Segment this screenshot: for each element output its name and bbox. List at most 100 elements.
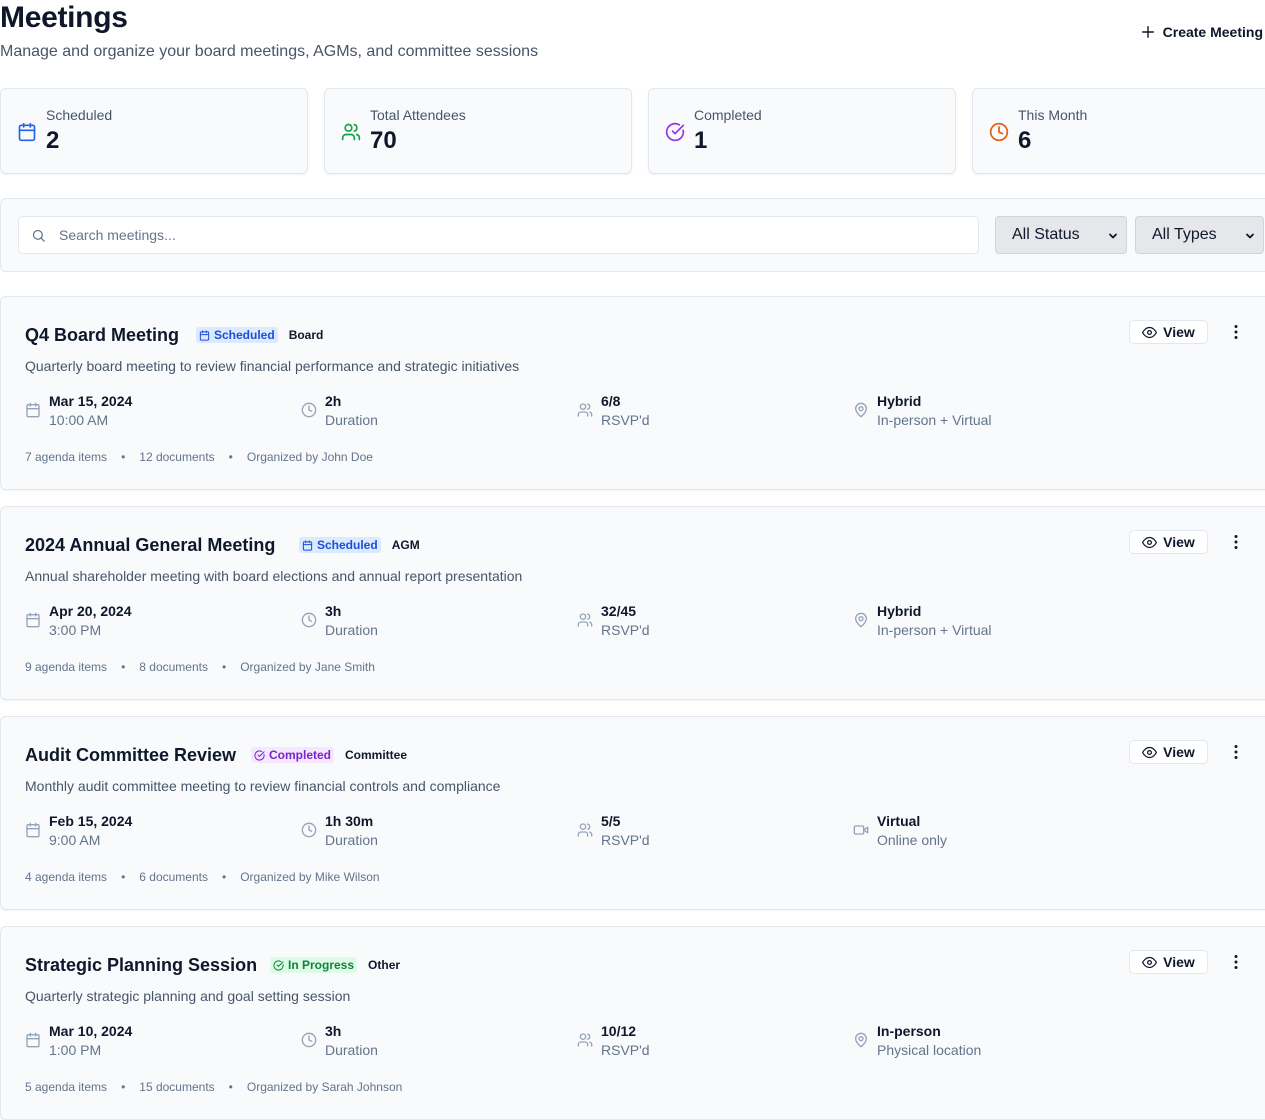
meeting-date-value: Feb 15, 2024 bbox=[49, 813, 133, 829]
view-button[interactable]: View bbox=[1129, 320, 1208, 344]
meeting-footer: 5 agenda items • 15 documents • Organize… bbox=[25, 1080, 402, 1094]
meeting-duration: 1h 30m Duration bbox=[301, 813, 561, 853]
meeting-duration-label: Duration bbox=[325, 412, 378, 428]
search-icon bbox=[32, 229, 45, 242]
separator-dot: • bbox=[221, 870, 227, 884]
page-subtitle: Manage and organize your board meetings,… bbox=[0, 43, 539, 60]
documents-count: 6 documents bbox=[139, 870, 208, 884]
clock-icon bbox=[301, 402, 317, 418]
meeting-title: Audit Committee Review bbox=[25, 745, 237, 765]
meeting-duration-label: Duration bbox=[325, 832, 378, 848]
page-header: Meetings Manage and organize your board … bbox=[0, 0, 1265, 80]
meeting-location-detail: Physical location bbox=[877, 1042, 982, 1058]
stats-row: Scheduled 2 Total Attendees 70 Completed… bbox=[0, 88, 1265, 174]
meeting-rsvp-label: RSVP'd bbox=[601, 412, 650, 428]
users-icon bbox=[341, 123, 361, 141]
status-filter-value: All Status bbox=[1012, 226, 1080, 243]
meeting-location-value: Virtual bbox=[877, 813, 921, 829]
create-meeting-label: Create Meeting bbox=[1162, 24, 1263, 40]
separator-dot: • bbox=[121, 450, 126, 464]
meeting-date: Mar 10, 2024 1:00 PM bbox=[25, 1023, 285, 1063]
eye-icon bbox=[1142, 746, 1158, 758]
calendar-icon bbox=[26, 822, 40, 838]
meeting-duration-value: 3h bbox=[325, 1023, 342, 1039]
view-button[interactable]: View bbox=[1129, 530, 1208, 554]
documents-count: 15 documents bbox=[139, 1080, 215, 1094]
meeting-rsvp: 5/5 RSVP'd bbox=[577, 813, 837, 853]
meeting-duration-value: 2h bbox=[325, 393, 342, 409]
organizer: Organized by Jane Smith bbox=[240, 660, 375, 674]
meeting-duration-value: 3h bbox=[325, 603, 342, 619]
meeting-card[interactable]: 2024 Annual General Meeting Scheduled AG… bbox=[0, 506, 1265, 700]
status-badge: Scheduled bbox=[196, 327, 278, 343]
meeting-location: Virtual Online only bbox=[853, 813, 1113, 853]
view-button[interactable]: View bbox=[1129, 740, 1208, 764]
more-options-icon[interactable] bbox=[1227, 953, 1245, 971]
meeting-date: Apr 20, 2024 3:00 PM bbox=[25, 603, 285, 643]
separator-dot: • bbox=[228, 1080, 233, 1094]
calendar-icon bbox=[302, 539, 313, 551]
plus-icon bbox=[1141, 26, 1154, 38]
calendar-icon bbox=[26, 402, 40, 418]
separator-dot: • bbox=[121, 660, 126, 674]
meeting-description: Monthly audit committee meeting to revie… bbox=[25, 778, 501, 794]
status-badge: Scheduled bbox=[299, 537, 381, 553]
meeting-location-value: Hybrid bbox=[877, 393, 922, 409]
documents-count: 8 documents bbox=[139, 660, 208, 674]
status-badge: Completed bbox=[251, 747, 335, 763]
organizer: Organized by Sarah Johnson bbox=[246, 1080, 403, 1094]
meeting-date-value: Mar 15, 2024 bbox=[49, 393, 133, 409]
status-filter-select[interactable]: All Status bbox=[995, 216, 1127, 254]
meeting-card[interactable]: Q4 Board Meeting Scheduled Board Quarter… bbox=[0, 296, 1265, 490]
status-badge-label: Scheduled bbox=[317, 538, 378, 552]
meeting-duration: 2h Duration bbox=[301, 393, 561, 433]
map-pin-icon bbox=[855, 612, 867, 628]
users-icon bbox=[577, 403, 593, 417]
meeting-time-value: 9:00 AM bbox=[49, 832, 101, 848]
users-icon bbox=[577, 1033, 593, 1047]
documents-count: 12 documents bbox=[139, 450, 215, 464]
type-badge: Committee bbox=[345, 748, 408, 762]
meeting-location-detail: Online only bbox=[877, 832, 948, 848]
stat-card-completed: Completed 1 bbox=[648, 88, 956, 174]
meeting-title: Strategic Planning Session bbox=[25, 955, 258, 975]
stat-value: 6 bbox=[1018, 127, 1032, 154]
more-options-icon[interactable] bbox=[1227, 323, 1245, 341]
meeting-badges: Scheduled Board bbox=[196, 327, 326, 343]
meeting-title: 2024 Annual General Meeting bbox=[25, 535, 276, 555]
meeting-card[interactable]: Strategic Planning Session In Progress O… bbox=[0, 926, 1265, 1120]
meeting-card[interactable]: Audit Committee Review Completed Committ… bbox=[0, 716, 1265, 910]
create-meeting-button[interactable]: Create Meeting bbox=[1141, 20, 1263, 44]
more-options-icon[interactable] bbox=[1227, 743, 1245, 761]
meeting-rsvp-label: RSVP'd bbox=[601, 1042, 650, 1058]
meeting-date: Feb 15, 2024 9:00 AM bbox=[25, 813, 285, 853]
agenda-count: 4 agenda items bbox=[25, 870, 108, 884]
meeting-location-detail: In-person + Virtual bbox=[877, 622, 992, 638]
view-button[interactable]: View bbox=[1129, 950, 1208, 974]
meeting-description: Quarterly strategic planning and goal se… bbox=[25, 988, 351, 1004]
organizer: Organized by Mike Wilson bbox=[240, 870, 380, 884]
meeting-badges: In Progress Other bbox=[270, 957, 403, 973]
type-filter-select[interactable]: All Types bbox=[1135, 216, 1264, 254]
meeting-location: In-person Physical location bbox=[853, 1023, 1113, 1063]
clock-icon bbox=[301, 1032, 317, 1048]
search-input[interactable] bbox=[19, 217, 978, 253]
separator-dot: • bbox=[221, 660, 227, 674]
meeting-location-detail: In-person + Virtual bbox=[877, 412, 992, 428]
clock-icon bbox=[301, 822, 317, 838]
view-button-label: View bbox=[1163, 534, 1195, 550]
more-options-icon[interactable] bbox=[1227, 533, 1245, 551]
meeting-time-value: 10:00 AM bbox=[49, 412, 109, 428]
page-title: Meetings bbox=[0, 1, 128, 34]
chevron-down-icon bbox=[1246, 233, 1254, 239]
check-circle-icon bbox=[665, 122, 685, 142]
stat-label: Scheduled bbox=[46, 107, 113, 123]
meeting-rsvp-value: 32/45 bbox=[601, 603, 637, 619]
search-box bbox=[18, 216, 979, 254]
view-button-label: View bbox=[1163, 954, 1195, 970]
stat-value: 2 bbox=[46, 127, 60, 154]
meeting-footer: 9 agenda items • 8 documents • Organized… bbox=[25, 660, 375, 674]
meeting-rsvp: 10/12 RSVP'd bbox=[577, 1023, 837, 1063]
meeting-date-value: Mar 10, 2024 bbox=[49, 1023, 133, 1039]
meeting-rsvp-label: RSVP'd bbox=[601, 832, 650, 848]
